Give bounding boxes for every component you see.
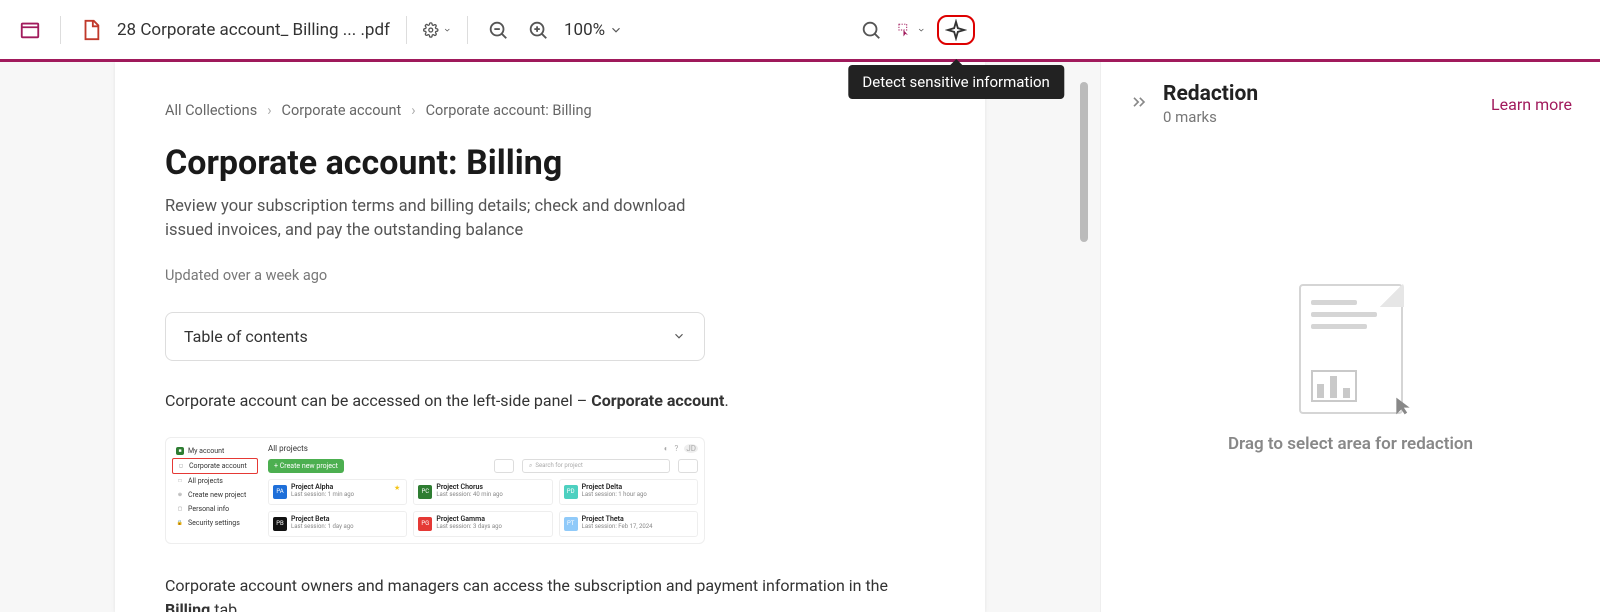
project-card: PTProject ThetaLast session: Feb 17, 202… — [559, 511, 698, 537]
detect-sensitive-button[interactable]: Detect sensitive information — [937, 15, 975, 45]
redaction-panel: Redaction 0 marks Learn more Drag to sel… — [1100, 62, 1600, 612]
redaction-select-tool[interactable] — [897, 16, 925, 44]
chevron-right-icon: › — [411, 102, 415, 119]
learn-more-link[interactable]: Learn more — [1491, 95, 1572, 114]
page-title: Corporate account: Billing — [165, 143, 935, 183]
project-card: PDProject DeltaLast session: 1 hour ago — [559, 479, 698, 505]
redaction-hint: Drag to select area for redaction — [1228, 434, 1473, 454]
tooltip: Detect sensitive information — [848, 65, 1063, 99]
search-button[interactable] — [857, 16, 885, 44]
breadcrumb: All Collections › Corporate account › Co… — [165, 102, 935, 119]
breadcrumb-item: Corporate account: Billing — [426, 102, 592, 119]
file-name: 28 Corporate account_ Billing ... .pdf — [117, 20, 390, 40]
redaction-illustration — [1299, 284, 1403, 414]
divider — [406, 16, 407, 44]
panel-title: Redaction — [1163, 82, 1258, 106]
breadcrumb-item[interactable]: Corporate account — [282, 102, 402, 119]
zoom-in-button[interactable] — [524, 16, 552, 44]
chevron-down-icon — [672, 329, 686, 343]
main-area: All Collections › Corporate account › Co… — [0, 62, 1600, 612]
zoom-level-dropdown[interactable]: 100% — [564, 20, 623, 40]
zoom-label: 100% — [564, 20, 605, 40]
chevron-down-icon — [609, 23, 623, 37]
project-card: PGProject GammaLast session: 3 days ago — [413, 511, 552, 537]
sidebar-toggle-icon[interactable] — [16, 16, 44, 44]
chevron-down-icon — [443, 24, 451, 36]
top-toolbar: 28 Corporate account_ Billing ... .pdf 1… — [0, 0, 1600, 62]
project-card: PCProject ChorusLast session: 40 min ago — [413, 479, 552, 505]
chevron-right-icon: › — [267, 102, 271, 119]
sparkle-icon — [945, 19, 967, 41]
body-paragraph: Corporate account can be accessed on the… — [165, 389, 935, 413]
project-card: PBProject BetaLast session: 1 day ago — [268, 511, 407, 537]
divider — [467, 16, 468, 44]
toc-label: Table of contents — [184, 327, 308, 346]
panel-subtitle: 0 marks — [1163, 108, 1258, 126]
cursor-icon — [1393, 396, 1413, 420]
chevron-down-icon — [917, 24, 925, 36]
table-of-contents-toggle[interactable]: Table of contents — [165, 312, 705, 361]
pdf-file-icon — [77, 16, 105, 44]
body-paragraph: Corporate account owners and managers ca… — [165, 574, 935, 612]
zoom-out-button[interactable] — [484, 16, 512, 44]
pdf-page: All Collections › Corporate account › Co… — [115, 62, 985, 612]
page-subtitle: Review your subscription terms and billi… — [165, 195, 725, 243]
document-viewport[interactable]: All Collections › Corporate account › Co… — [0, 62, 1100, 612]
updated-text: Updated over a week ago — [165, 267, 935, 284]
settings-menu[interactable] — [423, 16, 451, 44]
project-card: PAProject AlphaLast session: 1 min ago★ — [268, 479, 407, 505]
embedded-screenshot: ■My account ◻Corporate account □All proj… — [165, 437, 705, 544]
scrollbar-thumb[interactable] — [1080, 82, 1088, 242]
breadcrumb-item[interactable]: All Collections — [165, 102, 257, 119]
collapse-panel-button[interactable] — [1129, 92, 1149, 116]
divider — [60, 16, 61, 44]
